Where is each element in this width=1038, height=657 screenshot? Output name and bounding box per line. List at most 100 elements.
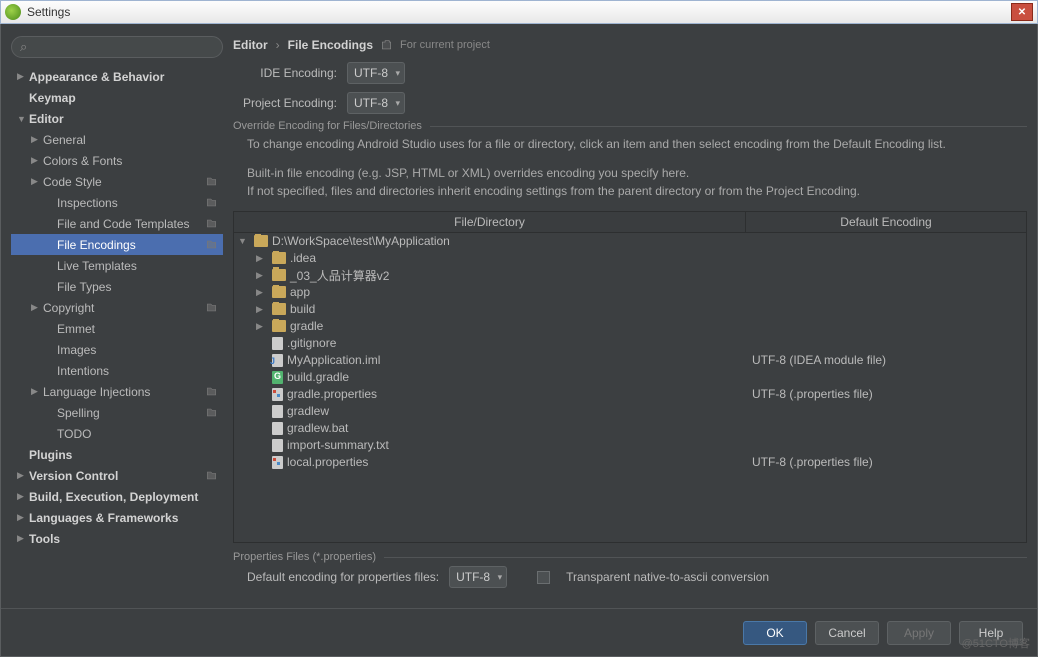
breadcrumb-parent[interactable]: Editor xyxy=(233,38,268,52)
sidebar-item-file-encodings[interactable]: File Encodings xyxy=(11,234,223,255)
table-row[interactable]: ▶build xyxy=(234,301,1026,318)
sidebar-item-version-control[interactable]: ▶Version Control xyxy=(11,465,223,486)
col-encoding[interactable]: Default Encoding xyxy=(746,212,1026,232)
file-name: .idea xyxy=(290,251,316,265)
ide-encoding-combo[interactable]: UTF-8 xyxy=(347,62,405,84)
sidebar-item-plugins[interactable]: Plugins xyxy=(11,444,223,465)
props-encoding-combo[interactable]: UTF-8 xyxy=(449,566,507,588)
scope-tag-icon xyxy=(206,470,217,481)
sidebar-item-general[interactable]: ▶General xyxy=(11,129,223,150)
sidebar-item-emmet[interactable]: Emmet xyxy=(11,318,223,339)
file-encoding[interactable]: UTF-8 (IDEA module file) xyxy=(746,353,1026,367)
help-button[interactable]: Help xyxy=(959,621,1023,645)
tree-arrow-icon: ▶ xyxy=(17,71,29,82)
table-row[interactable]: ▶app xyxy=(234,284,1026,301)
file-name: build.gradle xyxy=(287,370,349,384)
close-button[interactable] xyxy=(1011,3,1033,21)
sidebar-item-live-templates[interactable]: Live Templates xyxy=(11,255,223,276)
project-scope-icon xyxy=(206,407,217,418)
props-encoding-label: Default encoding for properties files: xyxy=(247,570,439,584)
table-row[interactable]: .gitignore xyxy=(234,335,1026,352)
tree-arrow-icon: ▶ xyxy=(256,253,268,264)
file-name: .gitignore xyxy=(287,336,336,350)
scope-tag-icon xyxy=(206,386,217,397)
project-encoding-combo[interactable]: UTF-8 xyxy=(347,92,405,114)
sidebar-item-file-types[interactable]: File Types xyxy=(11,276,223,297)
sidebar-item-tools[interactable]: ▶Tools xyxy=(11,528,223,549)
sidebar-item-intentions[interactable]: Intentions xyxy=(11,360,223,381)
file-name: D:\WorkSpace\test\MyApplication xyxy=(272,234,450,248)
file-encoding[interactable]: UTF-8 (.properties file) xyxy=(746,387,1026,401)
sidebar-item-inspections[interactable]: Inspections xyxy=(11,192,223,213)
table-row[interactable]: import-summary.txt xyxy=(234,437,1026,454)
sidebar-item-spelling[interactable]: Spelling xyxy=(11,402,223,423)
properties-file-icon xyxy=(272,456,283,469)
props-section-title: Properties Files (*.properties) xyxy=(233,551,384,563)
sidebar-item-label: Intentions xyxy=(57,364,109,378)
table-row[interactable]: ▶ gradle xyxy=(234,318,1026,335)
encoding-table[interactable]: File/Directory Default Encoding ▼ D:\Work… xyxy=(233,211,1027,543)
sidebar-item-code-style[interactable]: ▶Code Style xyxy=(11,171,223,192)
folder-icon xyxy=(254,235,268,247)
native-ascii-label: Transparent native-to-ascii conversion xyxy=(566,570,769,584)
file-name: local.properties xyxy=(287,455,368,469)
table-row[interactable]: ▼ D:\WorkSpace\test\MyApplication xyxy=(234,233,1026,250)
table-row[interactable]: ▶_03_人品计算器v2 xyxy=(234,267,1026,284)
sidebar-item-images[interactable]: Images xyxy=(11,339,223,360)
sidebar-item-label: Copyright xyxy=(43,301,94,315)
sidebar-item-copyright[interactable]: ▶Copyright xyxy=(11,297,223,318)
sidebar-item-label: Spelling xyxy=(57,406,100,420)
sidebar-item-file-and-code-templates[interactable]: File and Code Templates xyxy=(11,213,223,234)
table-row[interactable]: gradlew.bat xyxy=(234,420,1026,437)
folder-icon xyxy=(272,269,286,281)
scope-tag-icon xyxy=(206,197,217,208)
sidebar-item-label: Appearance & Behavior xyxy=(29,70,164,84)
project-scope-icon xyxy=(206,197,217,208)
tree-arrow-icon: ▶ xyxy=(256,287,268,298)
tree-arrow-icon: ▼ xyxy=(238,236,250,246)
sidebar-item-todo[interactable]: TODO xyxy=(11,423,223,444)
sidebar-item-label: Version Control xyxy=(29,469,118,483)
sidebar-item-label: Build, Execution, Deployment xyxy=(29,490,198,504)
ok-button[interactable]: OK xyxy=(743,621,807,645)
sidebar-item-label: Language Injections xyxy=(43,385,150,399)
project-encoding-label: Project Encoding: xyxy=(233,96,337,110)
table-row[interactable]: ▶ .idea xyxy=(234,250,1026,267)
apply-button[interactable]: Apply xyxy=(887,621,951,645)
tree-arrow-icon: ▶ xyxy=(256,304,268,315)
titlebar[interactable]: Settings xyxy=(0,0,1038,24)
scope-icon xyxy=(381,40,392,51)
table-row[interactable]: MyApplication.imlUTF-8 (IDEA module file… xyxy=(234,352,1026,369)
sidebar-item-languages-frameworks[interactable]: ▶Languages & Frameworks xyxy=(11,507,223,528)
file-icon xyxy=(272,337,283,350)
sidebar-item-appearance-behavior[interactable]: ▶Appearance & Behavior xyxy=(11,66,223,87)
table-row[interactable]: gradle.propertiesUTF-8 (.properties file… xyxy=(234,386,1026,403)
sidebar-item-label: General xyxy=(43,133,86,147)
file-encoding[interactable]: UTF-8 (.properties file) xyxy=(746,455,1026,469)
col-file[interactable]: File/Directory xyxy=(234,212,746,232)
scope-tag-icon xyxy=(206,176,217,187)
sidebar-item-label: Live Templates xyxy=(57,259,137,273)
folder-icon xyxy=(272,303,286,315)
sidebar-item-editor[interactable]: ▼Editor xyxy=(11,108,223,129)
table-row[interactable]: build.gradle xyxy=(234,369,1026,386)
sidebar-item-colors-fonts[interactable]: ▶Colors & Fonts xyxy=(11,150,223,171)
search-input[interactable] xyxy=(11,36,223,58)
tree-arrow-icon: ▶ xyxy=(17,491,29,502)
sidebar-item-label: Code Style xyxy=(43,175,102,189)
native-ascii-checkbox[interactable] xyxy=(537,571,550,584)
sidebar-item-keymap[interactable]: Keymap xyxy=(11,87,223,108)
tree-arrow-icon: ▶ xyxy=(256,321,268,332)
cancel-button[interactable]: Cancel xyxy=(815,621,879,645)
tree-arrow-icon: ▶ xyxy=(31,155,43,166)
sidebar-item-build-execution-deployment[interactable]: ▶Build, Execution, Deployment xyxy=(11,486,223,507)
file-name: gradle xyxy=(290,319,323,333)
file-name: import-summary.txt xyxy=(287,438,389,452)
project-scope-icon xyxy=(206,470,217,481)
override-hint-2: Built-in file encoding (e.g. JSP, HTML o… xyxy=(233,164,1027,183)
sidebar-item-label: Inspections xyxy=(57,196,118,210)
sidebar-item-language-injections[interactable]: ▶Language Injections xyxy=(11,381,223,402)
table-row[interactable]: gradlew xyxy=(234,403,1026,420)
table-row[interactable]: local.properties UTF-8 (.properties file) xyxy=(234,454,1026,471)
settings-tree[interactable]: ▶Appearance & BehaviorKeymap▼Editor▶Gene… xyxy=(11,66,223,596)
